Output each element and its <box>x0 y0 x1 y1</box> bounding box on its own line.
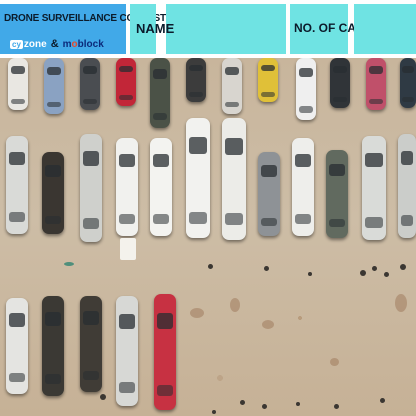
aerial-parking-lot-image <box>0 58 416 416</box>
car <box>398 134 416 238</box>
cyzone-logo: cy zone <box>10 39 47 50</box>
car <box>292 138 314 236</box>
car <box>8 58 28 110</box>
car <box>296 58 316 120</box>
car <box>150 58 170 128</box>
car <box>258 152 280 236</box>
car <box>362 136 386 240</box>
car <box>330 58 350 108</box>
car <box>326 150 348 238</box>
name-label: NAME <box>136 21 175 36</box>
car <box>116 138 138 236</box>
makeblock-logo-suffix: block <box>77 38 104 50</box>
car <box>150 138 172 236</box>
car <box>154 294 176 410</box>
car <box>186 58 206 102</box>
makeblock-logo-prefix: m <box>62 38 72 50</box>
cars-field[interactable] <box>354 4 416 54</box>
car <box>42 296 64 396</box>
car <box>186 118 210 238</box>
car <box>42 152 64 234</box>
car <box>400 58 416 108</box>
cyzone-logo-badge: cy <box>10 39 23 49</box>
contest-header: DRONE SURVEILLANCE CONTEST cy zone & mobl… <box>0 0 416 58</box>
car <box>6 298 28 394</box>
car <box>222 118 246 240</box>
car <box>80 296 102 392</box>
makeblock-logo: moblock <box>63 39 104 50</box>
title-panel: DRONE SURVEILLANCE CONTEST cy zone & mobl… <box>0 4 166 54</box>
car <box>366 58 386 110</box>
car <box>6 136 28 234</box>
ampersand: & <box>50 38 59 50</box>
name-field[interactable]: NAME <box>136 4 286 54</box>
car <box>116 58 136 106</box>
cyzone-logo-text: zone <box>23 38 47 50</box>
car <box>222 58 242 114</box>
sponsor-logos: cy zone & moblock <box>10 37 104 51</box>
car <box>80 58 100 110</box>
car <box>80 134 102 242</box>
car <box>44 58 64 114</box>
car <box>116 296 138 406</box>
car <box>258 58 278 102</box>
cars-field-label-segment: NO. OF CARS <box>290 4 373 54</box>
